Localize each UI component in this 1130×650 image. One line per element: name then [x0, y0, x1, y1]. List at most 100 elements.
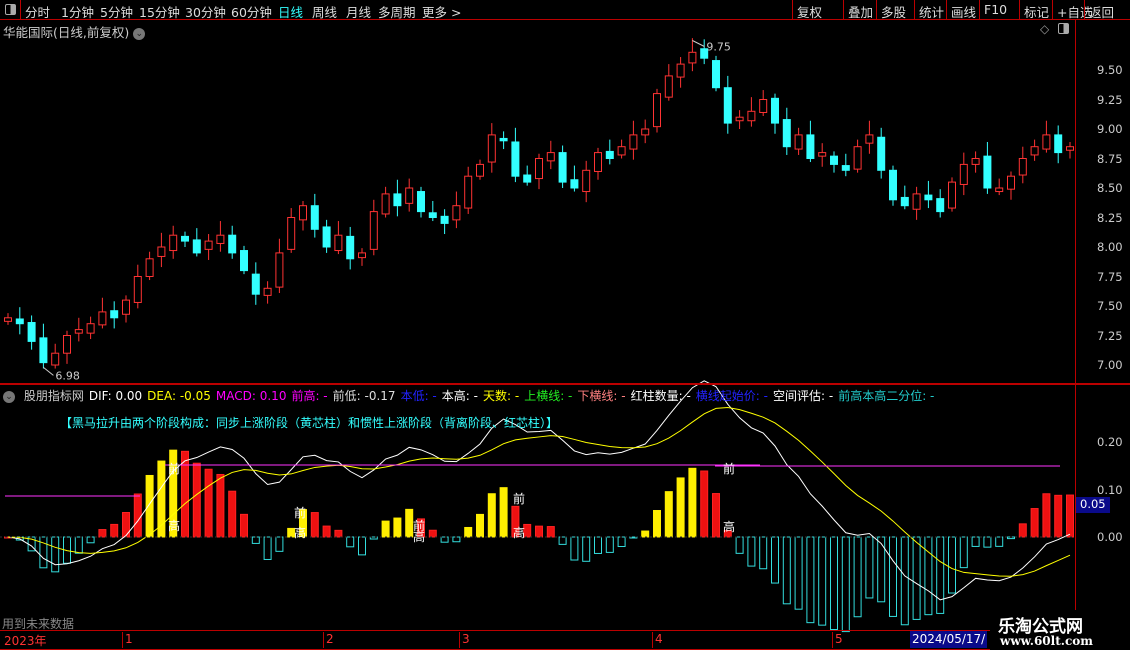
macd-bar	[912, 536, 921, 620]
price-tick: 7.50	[1097, 299, 1123, 313]
indicator-header: ⌄ 股朋指标网 DIF: 0.00 DEA: -0.05 MACD: 0.10 前高: …	[3, 387, 944, 404]
candle-body	[723, 87, 732, 124]
candle-body	[39, 337, 48, 364]
candle-body	[428, 212, 437, 218]
low-pointer	[43, 366, 54, 376]
macd-bar	[1054, 494, 1063, 538]
candle-body	[594, 152, 602, 172]
macd-bar	[310, 512, 319, 538]
candle-body	[853, 146, 862, 170]
indicator-value: 横线起始价: -	[695, 389, 768, 403]
macd-current-value: 0.05	[1076, 497, 1110, 513]
candle-body	[1042, 134, 1051, 150]
date-tick: 4	[652, 632, 663, 648]
macd-bar	[971, 536, 980, 547]
watermark-logo: 乐淘公式网 www.60lt.com	[990, 610, 1130, 650]
macd-bar	[228, 490, 237, 538]
candle-body	[145, 258, 154, 277]
candle-body	[122, 299, 130, 315]
candle-body	[204, 240, 213, 250]
candle-body	[912, 193, 921, 210]
macd-tick: 0.20	[1097, 435, 1123, 449]
macd-bar	[393, 517, 402, 538]
macd-bar	[995, 536, 1004, 547]
macd-bar	[546, 526, 555, 538]
candle-body	[299, 205, 307, 221]
macd-bar	[747, 536, 756, 567]
indicator-value: DEA: -0.05	[147, 389, 211, 403]
candle-body	[830, 155, 838, 165]
candle-body	[440, 215, 449, 224]
macd-bar	[983, 536, 992, 548]
date-tick: 3	[459, 632, 470, 648]
candle-body	[334, 234, 343, 252]
macd-bar	[853, 536, 862, 618]
candle-body	[1018, 158, 1027, 176]
macd-bar	[653, 510, 661, 538]
candle-body	[358, 252, 366, 259]
candle-body	[546, 152, 555, 162]
candle-body	[393, 193, 402, 207]
macd-bar	[204, 468, 213, 538]
candle-body	[1030, 146, 1039, 156]
macd-bar	[794, 536, 803, 610]
candle-body	[74, 329, 83, 334]
macd-bar	[664, 491, 673, 538]
candle-body	[405, 187, 414, 204]
candle-body	[558, 152, 567, 183]
macd-bar	[98, 529, 107, 538]
macd-bar	[900, 536, 909, 626]
candle-body	[228, 234, 237, 254]
candle-body	[664, 75, 673, 98]
marker-front: 前	[294, 505, 306, 520]
macd-bar	[924, 536, 933, 616]
kline-chart[interactable]: 9.756.98前高前高 前高前高前高	[0, 0, 1130, 650]
high-pointer	[692, 40, 705, 47]
chevron-down-icon[interactable]: ⌄	[3, 390, 15, 403]
marker-high: 高	[413, 529, 425, 544]
candle-body	[653, 93, 661, 128]
candle-body	[27, 322, 36, 342]
macd-bar	[263, 536, 272, 560]
macd-bar	[428, 529, 437, 538]
candle-body	[877, 136, 886, 171]
panel-divider[interactable]	[0, 383, 1130, 385]
macd-bar	[381, 520, 390, 538]
marker-high: 高	[168, 518, 180, 533]
macd-bar	[1066, 494, 1074, 538]
candle-body	[346, 235, 355, 260]
macd-bar	[1030, 508, 1039, 538]
macd-bar	[122, 512, 130, 538]
macd-bar	[346, 536, 355, 548]
macd-bar	[358, 536, 366, 556]
macd-bar	[110, 523, 119, 538]
macd-bar	[133, 493, 142, 538]
candle-body	[381, 193, 390, 215]
candle-body	[4, 317, 12, 322]
candle-body	[771, 97, 779, 124]
candle-body	[287, 217, 296, 250]
candle-body	[263, 287, 272, 296]
macd-tick: 0.10	[1097, 482, 1123, 497]
low-price-label: 6.98	[55, 369, 80, 382]
candle-body	[511, 141, 520, 177]
price-tick: 8.00	[1097, 240, 1123, 254]
candle-body	[169, 234, 178, 252]
marker-high: 高	[513, 525, 525, 540]
candle-body	[629, 134, 638, 150]
macd-bar	[535, 525, 543, 538]
candle-body	[499, 137, 508, 142]
macd-bar	[582, 536, 591, 562]
macd-bar	[889, 536, 897, 617]
candle-body	[369, 211, 378, 250]
candle-body	[487, 134, 496, 163]
price-tick: 9.00	[1097, 122, 1123, 136]
macd-bar	[735, 536, 744, 554]
macd-bar	[51, 536, 60, 573]
candle-body	[523, 174, 532, 183]
candle-body	[275, 252, 284, 288]
macd-bar	[440, 536, 449, 543]
candle-body	[971, 158, 980, 165]
indicator-name[interactable]: 股朋指标网	[24, 389, 84, 403]
watermark-url: www.60lt.com	[1000, 634, 1093, 648]
